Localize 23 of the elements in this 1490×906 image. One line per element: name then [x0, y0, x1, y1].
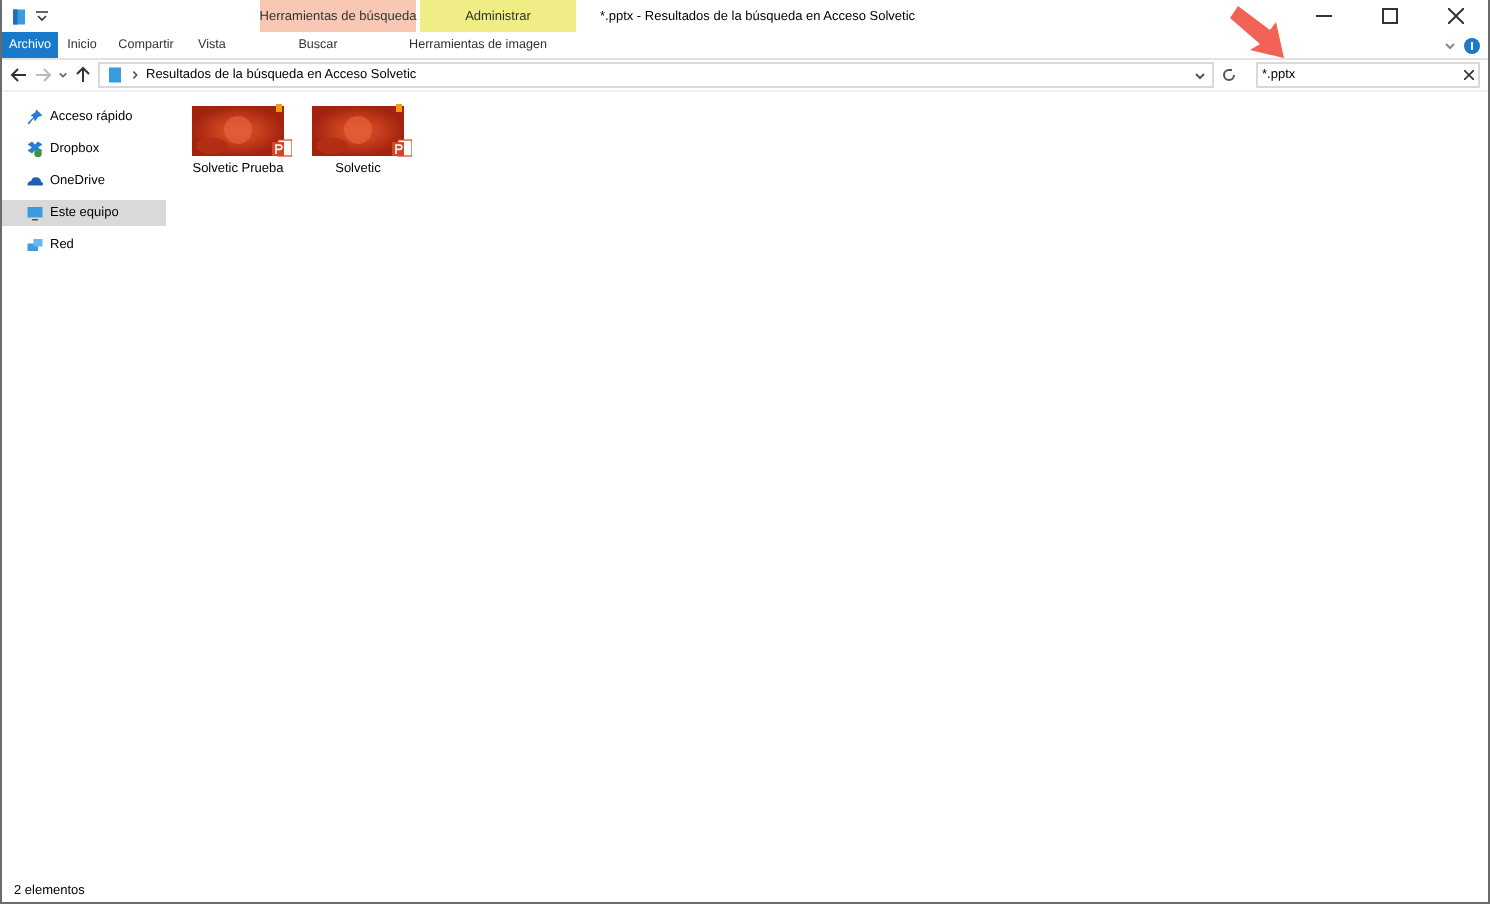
refresh-icon[interactable] [1220, 66, 1238, 84]
dropdown-icon[interactable] [1194, 69, 1206, 81]
powerpoint-icon [392, 138, 412, 158]
cloud-icon [26, 172, 44, 190]
folder-icon [106, 66, 124, 84]
chevron-icon[interactable] [1444, 39, 1456, 51]
up-arrow-icon[interactable] [74, 66, 92, 84]
maximize-icon[interactable] [1381, 8, 1397, 24]
close-icon[interactable] [1447, 8, 1463, 24]
back-arrow-icon[interactable] [10, 66, 28, 84]
chevron-icon[interactable] [58, 70, 68, 80]
bookmark-icon [276, 104, 282, 112]
monitor-icon [26, 204, 44, 222]
bookmark-icon [396, 104, 402, 112]
network-icon [26, 236, 44, 254]
chevron-right-icon [130, 70, 140, 80]
dropdown-icon[interactable] [36, 10, 48, 22]
powerpoint-icon [272, 138, 292, 158]
folder-icon[interactable] [10, 7, 28, 25]
dropbox-icon [26, 140, 44, 158]
close-icon[interactable] [1464, 70, 1474, 80]
help-icon[interactable] [1464, 37, 1480, 53]
pin-icon [26, 108, 44, 126]
